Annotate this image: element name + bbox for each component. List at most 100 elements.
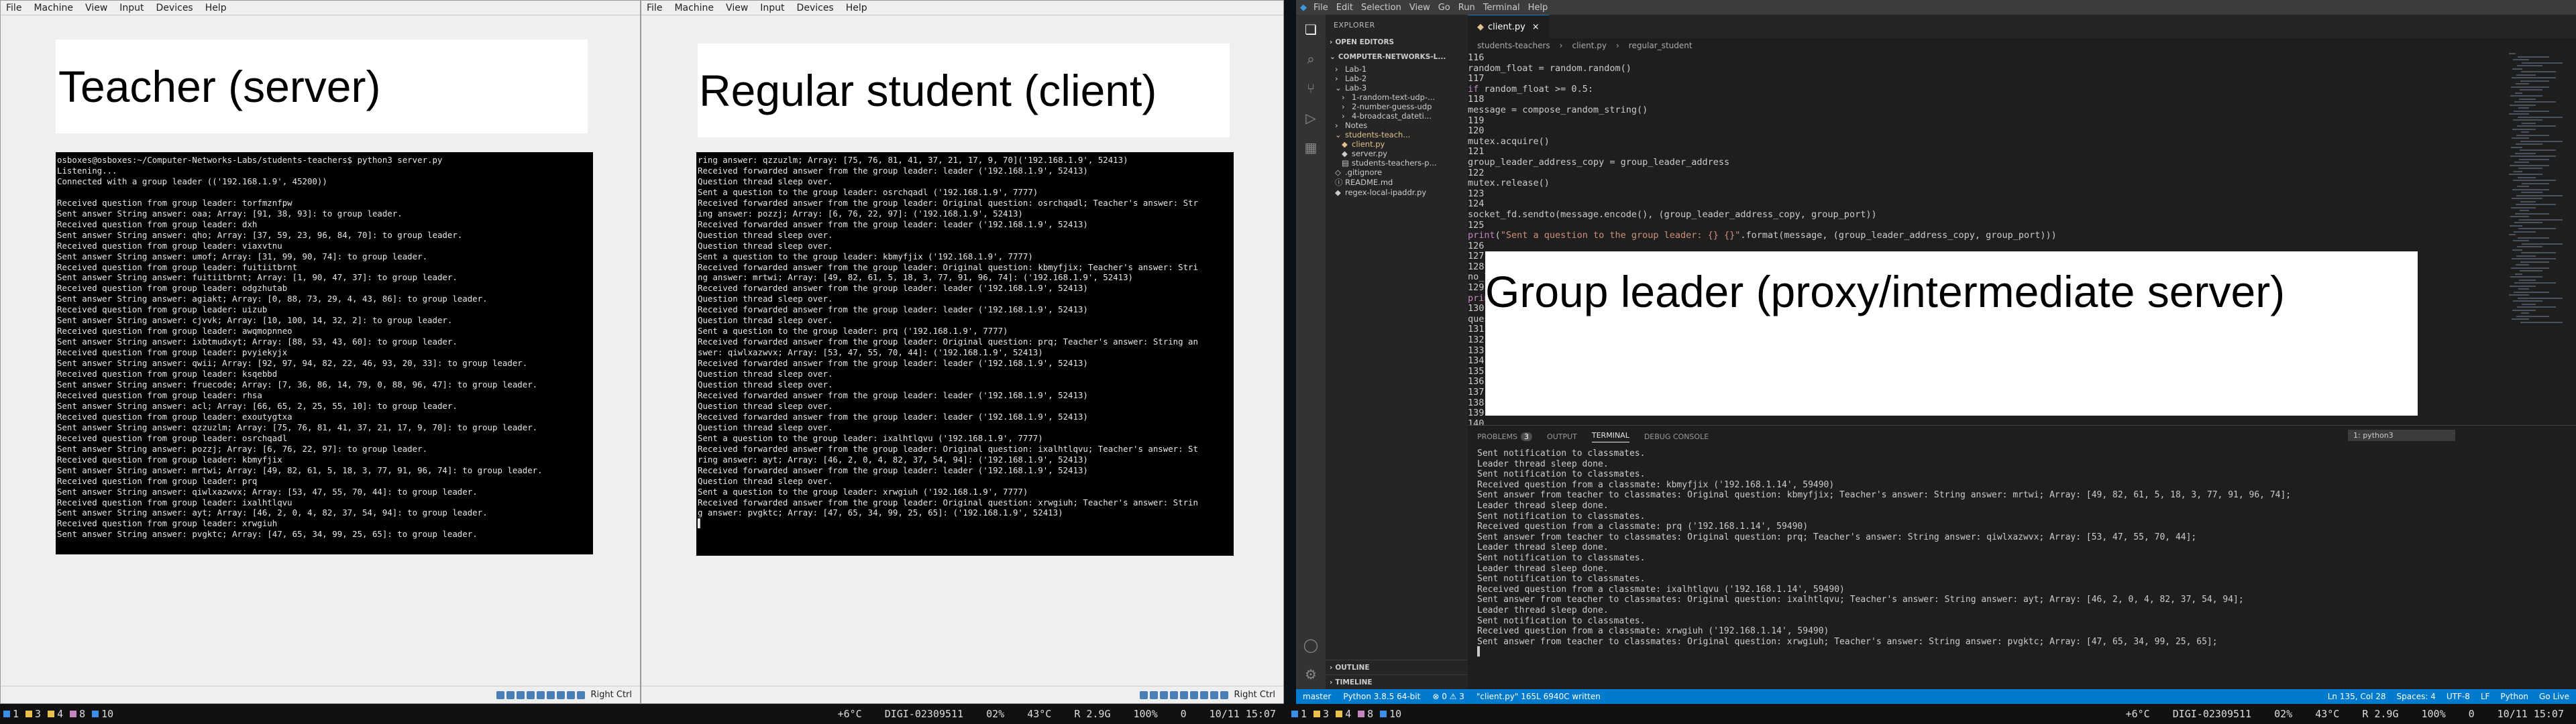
menu-item-view[interactable]: View [1409,3,1430,13]
breadcrumb-item[interactable]: regular_student [1629,41,1693,50]
terminal-line: Sent notification to classmates. [1477,448,1646,459]
menu-item-machine[interactable]: Machine [34,3,73,13]
tree-item[interactable]: › 2-number-guess-udp [1326,102,1468,111]
menu-item-devices[interactable]: Devices [797,3,834,13]
tree-item[interactable]: ⓘ README.md [1326,177,1468,188]
status-item[interactable]: Python 3.8.5 64-bit [1343,692,1420,701]
student-vm-window[interactable]: File Machine View Input Devices Help Regular … [641,0,1284,704]
minimap-line [2510,104,2536,106]
tray-item: 02% [986,708,1005,720]
close-tab-icon[interactable]: × [1532,22,1540,32]
tree-item[interactable]: › 4-broadcast_dateti... [1326,111,1468,121]
minimap-line [2513,180,2556,181]
workspace-button[interactable]: 3 [22,708,44,720]
menu-item-terminal[interactable]: Terminal [1483,3,1520,13]
menu-item-selection[interactable]: Selection [1361,3,1401,13]
workspace-button[interactable]: 10 [89,708,117,720]
status-item[interactable]: master [1303,692,1331,701]
terminal-select[interactable]: 1: python3 [2348,430,2455,441]
menu-item-go[interactable]: Go [1438,3,1450,13]
display-icon [546,690,555,699]
workspace-button[interactable]: 4 [44,708,66,720]
workspace-color-icon [1291,711,1298,717]
tree-item[interactable]: › 1-random-text-udp-... [1326,93,1468,102]
menu-item-help[interactable]: Help [846,3,867,13]
minimap[interactable] [2509,53,2567,335]
menu-item-file[interactable]: File [1313,3,1328,13]
status-item[interactable]: Spaces: 4 [2397,692,2436,701]
source-control-icon[interactable]: ⑂ [1296,74,1326,103]
tree-item[interactable]: › Lab-2 [1326,74,1468,83]
panel-tab-terminal[interactable]: TERMINAL [1591,431,1629,442]
minimap-line [2517,125,2556,127]
editor-area[interactable]: ◆ client.py × students-teachers › client.py ›… [1468,15,2576,689]
tray-item: +6°C [837,708,862,720]
teacher-vm-window[interactable]: File Machine View Input Devices Help Teacher … [0,0,641,704]
tree-item[interactable]: › Lab-1 [1326,64,1468,74]
workspace-button[interactable]: 8 [1354,708,1377,720]
client-terminal[interactable]: ring answer: qzzuzlm; Array: [75, 76, 81… [696,152,1234,556]
minimap-line [2518,116,2563,118]
panel-tab-output[interactable]: OUTPUT [1547,432,1577,441]
tree-item[interactable]: ⌄ students-teach... [1326,130,1468,139]
status-item[interactable]: UTF-8 [2447,692,2470,701]
tree-item-icon: › [1335,74,1338,83]
settings-gear-icon[interactable]: ⚙ [1296,660,1326,689]
account-icon[interactable]: ◯ [1296,630,1326,660]
project-section[interactable]: ⌄ COMPUTER-NETWORKS-L... [1326,50,1468,64]
status-item[interactable]: Ln 135, Col 28 [2328,692,2386,701]
menu-item-edit[interactable]: Edit [1336,3,1353,13]
menu-item-input[interactable]: Input [760,3,784,13]
menu-item-view[interactable]: View [85,3,107,13]
status-item[interactable]: LF [2481,692,2490,701]
extensions-icon[interactable]: ▦ [1296,133,1326,162]
explorer-icon[interactable]: ❏ [1296,15,1326,44]
search-icon[interactable]: ⌕ [1296,44,1326,74]
breadcrumb-item[interactable]: students-teachers [1477,41,1550,50]
menu-item-file[interactable]: File [6,3,21,13]
outline-section[interactable]: › OUTLINE [1326,660,1468,674]
timeline-section[interactable]: › TIMELINE [1326,674,1468,689]
menu-item-view[interactable]: View [726,3,748,13]
minimap-line [2519,98,2536,100]
panel-tab-debug-console[interactable]: DEBUG CONSOLE [1644,432,1709,441]
integrated-terminal[interactable]: Sent notification to classmates. Leader t… [1477,448,2567,689]
menu-item-help[interactable]: Help [205,3,227,13]
status-right: Ln 135, Col 28 Spaces: 4 UTF-8 LF Python Go L… [2328,692,2576,701]
tree-item[interactable]: ◆ server.py [1326,149,1468,158]
status-item[interactable]: ⊗ 0 ⚠ 3 [1432,692,1464,701]
breadcrumb: students-teachers › client.py › regular_stud… [1468,38,2576,53]
tree-item[interactable]: ◇ .gitignore [1326,168,1468,177]
run-debug-icon[interactable]: ▷ [1296,103,1326,133]
status-item[interactable]: Go Live [2539,692,2569,701]
tree-item[interactable]: ⌄ Lab-3 [1326,83,1468,93]
tab-client-py[interactable]: ◆ client.py × [1468,15,1549,38]
workspace-button[interactable]: 10 [1377,708,1405,720]
menu-item-run[interactable]: Run [1458,3,1475,13]
tree-item[interactable]: ◆ client.py [1326,139,1468,149]
workspace-button[interactable]: 1 [0,708,22,720]
breadcrumb-item[interactable]: client.py [1572,41,1607,50]
menu-item-help[interactable]: Help [1528,3,1548,13]
workspace-button[interactable]: 8 [66,708,89,720]
terminal-line: Question thread sleep over. [698,379,833,390]
tree-item[interactable]: ▤ students-teachers-p... [1326,158,1468,168]
workspace-button[interactable]: 1 [1288,708,1310,720]
panel-tab-problems[interactable]: PROBLEMS 3 [1477,432,1533,441]
menu-item-file[interactable]: File [647,3,662,13]
workspace-button[interactable]: 3 [1310,708,1332,720]
menu-item-machine[interactable]: Machine [674,3,714,13]
status-item[interactable]: Python [2500,692,2528,701]
workspace-button[interactable]: 4 [1332,708,1354,720]
vm-screen[interactable]: Teacher (server) osboxes@osboxes:~/Compu… [1,15,640,686]
menu-item-devices[interactable]: Devices [156,3,193,13]
vm-screen[interactable]: Regular student (client) ring answer: qz… [641,15,1283,686]
vscode-window[interactable]: ◆ File Edit Selection View Go Run Terminal Help … [1296,0,2576,704]
tree-item[interactable]: ◆ regex-local-ipaddr.py [1326,188,1468,197]
status-item[interactable]: "client.py" 165L 6940C written [1477,692,1601,701]
menu-item-input[interactable]: Input [119,3,144,13]
server-terminal[interactable]: osboxes@osboxes:~/Computer-Networks-Labs… [56,152,593,554]
tree-item[interactable]: › Notes [1326,121,1468,130]
minimap-line [2510,225,2522,227]
open-editors-section[interactable]: › OPEN EDITORS [1326,35,1468,50]
